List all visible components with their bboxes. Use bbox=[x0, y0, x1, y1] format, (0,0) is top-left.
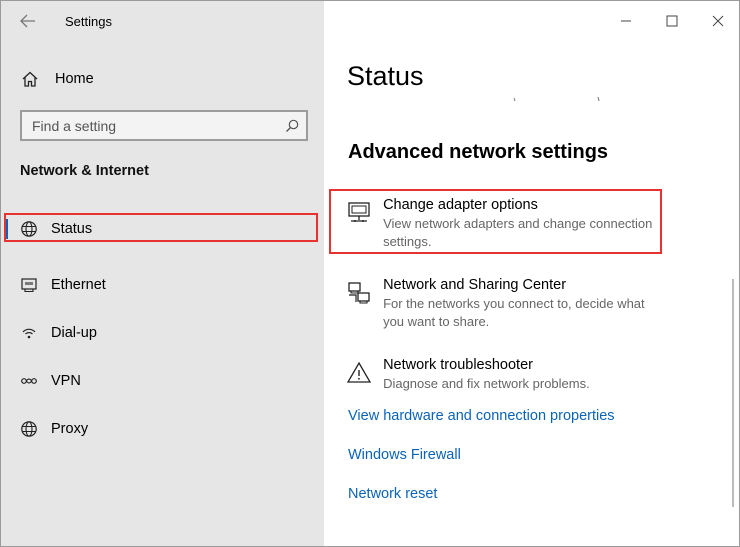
option-description: Diagnose and fix network problems. bbox=[383, 376, 590, 391]
option-title: Network and Sharing Center bbox=[383, 277, 567, 293]
network-troubleshooter[interactable]: Network troubleshooter Diagnose and fix … bbox=[344, 356, 664, 393]
scrollbar[interactable] bbox=[732, 279, 734, 507]
network-reset-link[interactable]: Network reset bbox=[348, 486, 437, 502]
sidebar-item-ethernet[interactable]: Ethernet bbox=[1, 261, 324, 309]
dialup-icon bbox=[18, 322, 40, 344]
sidebar-nav: Status Ethernet Dial-up VPN Proxy bbox=[1, 213, 324, 453]
view-hardware-properties-link[interactable]: View hardware and connection properties bbox=[348, 408, 615, 424]
home-label: Home bbox=[55, 71, 94, 87]
main-content: Status Advanced network settings Change … bbox=[324, 1, 739, 546]
option-title: Change adapter options bbox=[383, 197, 538, 213]
sidebar-item-label: Dial-up bbox=[51, 325, 97, 341]
adapter-monitor-icon bbox=[344, 198, 373, 228]
close-icon bbox=[712, 15, 724, 27]
warning-icon bbox=[344, 358, 373, 388]
change-adapter-options[interactable]: Change adapter options View network adap… bbox=[344, 196, 664, 251]
back-button[interactable] bbox=[15, 9, 41, 33]
minimize-icon bbox=[621, 20, 631, 22]
page-title: Status bbox=[347, 61, 424, 91]
settings-window: Settings Home Network & Internet bbox=[0, 0, 740, 547]
search-input[interactable] bbox=[22, 117, 278, 134]
maximize-icon bbox=[666, 15, 678, 27]
windows-firewall-link[interactable]: Windows Firewall bbox=[348, 447, 461, 463]
app-title: Settings bbox=[65, 14, 112, 29]
search-box[interactable] bbox=[20, 110, 308, 141]
section-title: Network & Internet bbox=[20, 163, 149, 179]
sidebar-item-label: Ethernet bbox=[51, 277, 106, 293]
home-icon bbox=[19, 68, 41, 90]
vpn-icon bbox=[18, 370, 40, 392]
sidebar-item-home[interactable]: Home bbox=[15, 65, 305, 93]
network-sharing-center[interactable]: Network and Sharing Center For the netwo… bbox=[344, 276, 664, 331]
option-description: View network adapters and change connect… bbox=[383, 216, 653, 249]
ethernet-icon bbox=[18, 274, 40, 296]
sidebar: Settings Home Network & Internet bbox=[1, 1, 324, 546]
option-description: For the networks you connect to, decide … bbox=[383, 296, 645, 329]
window-controls bbox=[603, 1, 739, 41]
sidebar-item-vpn[interactable]: VPN bbox=[1, 357, 324, 405]
maximize-button[interactable] bbox=[649, 1, 695, 41]
active-indicator bbox=[4, 219, 8, 239]
back-arrow-icon bbox=[20, 14, 35, 28]
sidebar-item-proxy[interactable]: Proxy bbox=[1, 405, 324, 453]
sidebar-item-status[interactable]: Status bbox=[1, 213, 324, 245]
sidebar-item-label: VPN bbox=[51, 373, 81, 389]
sidebar-item-dialup[interactable]: Dial-up bbox=[1, 309, 324, 357]
advanced-network-settings-heading: Advanced network settings bbox=[348, 141, 609, 163]
title-bar: Settings bbox=[1, 1, 324, 41]
search-icon[interactable] bbox=[278, 112, 306, 140]
globe-icon bbox=[18, 418, 40, 440]
option-title: Network troubleshooter bbox=[383, 357, 533, 373]
sidebar-item-label: Proxy bbox=[51, 421, 89, 437]
sidebar-item-label: Status bbox=[51, 221, 93, 237]
clipped-content bbox=[513, 96, 600, 102]
sharing-center-icon bbox=[344, 278, 373, 308]
close-button[interactable] bbox=[695, 1, 739, 41]
minimize-button[interactable] bbox=[603, 1, 649, 41]
globe-icon bbox=[18, 218, 40, 240]
